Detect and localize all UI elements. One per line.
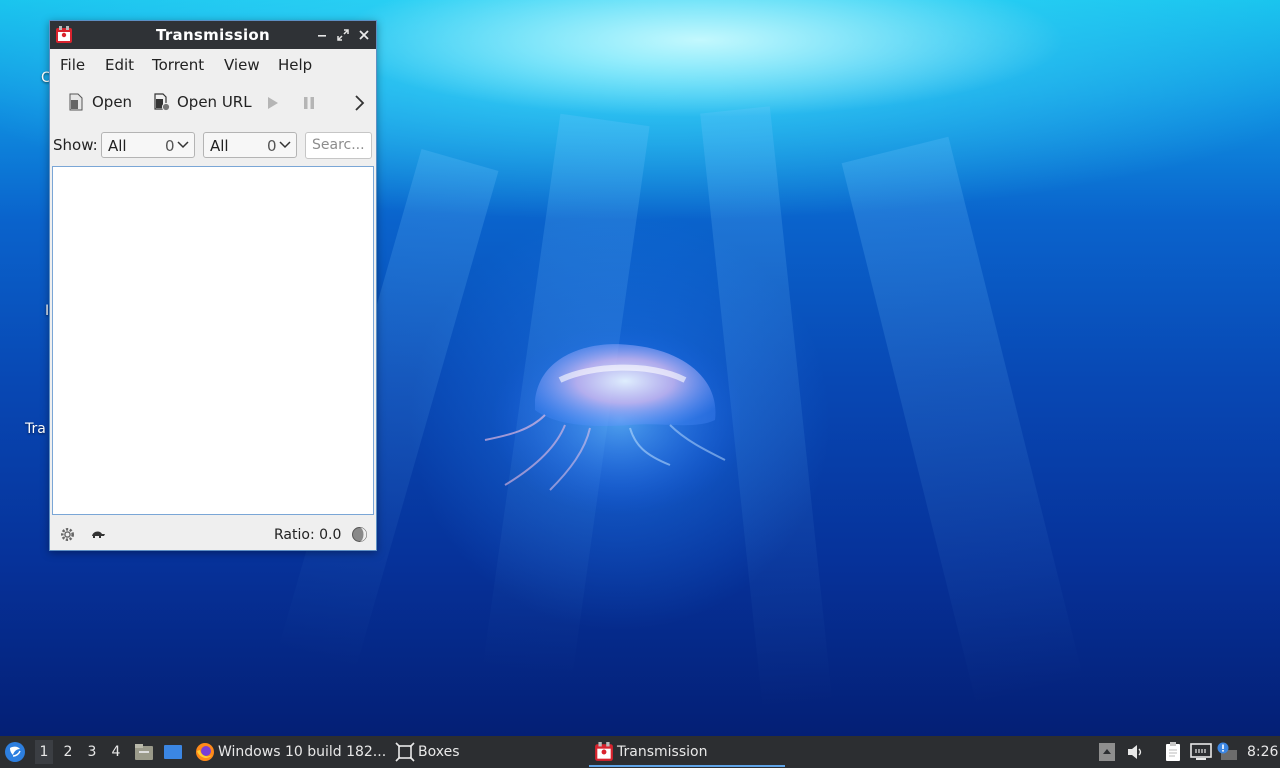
- light-ray: [841, 136, 1084, 707]
- toolbar-overflow-button[interactable]: [353, 95, 365, 111]
- tracker-filter-value: All: [210, 137, 229, 155]
- ratio-mode-icon[interactable]: [351, 526, 368, 543]
- pause-button[interactable]: [303, 96, 315, 110]
- toolbar: Open Open URL: [50, 83, 376, 121]
- chevron-right-icon: [355, 95, 365, 111]
- volume-icon: [1128, 745, 1142, 759]
- pause-icon: [304, 97, 314, 109]
- firefox-icon: [196, 743, 214, 761]
- open-url-label: Open URL: [177, 93, 252, 111]
- open-file-icon: [69, 93, 83, 111]
- search-input[interactable]: Searc...: [305, 132, 372, 159]
- open-label: Open: [92, 93, 133, 111]
- volume-button[interactable]: [1127, 736, 1145, 768]
- menu-help[interactable]: Help: [278, 56, 312, 74]
- open-url-button[interactable]: Open URL: [153, 93, 252, 111]
- file-manager-icon: [135, 744, 153, 760]
- menu-view[interactable]: View: [224, 56, 260, 74]
- play-icon: [268, 97, 278, 109]
- start-menu-button[interactable]: [4, 736, 26, 768]
- activity-filter-value: All: [108, 137, 127, 155]
- menu-file[interactable]: File: [60, 56, 85, 74]
- task-firefox[interactable]: Windows 10 build 182...: [195, 736, 386, 768]
- maximize-button[interactable]: [335, 27, 351, 43]
- filter-bar: Show: All 0 All 0 Searc...: [50, 131, 376, 161]
- activity-filter-count: 0: [165, 137, 175, 155]
- transmission-icon: [595, 742, 613, 761]
- desktop-icon-label[interactable]: Tra: [25, 421, 46, 437]
- lubuntu-logo-icon: [5, 742, 25, 762]
- close-button[interactable]: [356, 27, 372, 43]
- close-icon: [359, 30, 369, 40]
- activity-filter-combo[interactable]: All 0: [101, 132, 195, 158]
- workspace-3[interactable]: 3: [83, 744, 101, 760]
- active-task-indicator: [589, 765, 785, 767]
- torrent-list[interactable]: [52, 166, 374, 515]
- clipboard-button[interactable]: [1163, 736, 1183, 768]
- show-desktop-launcher[interactable]: [163, 736, 183, 768]
- ratio-text: Ratio: 0.0: [274, 527, 342, 543]
- maximize-icon: [337, 29, 349, 41]
- turtle-icon[interactable]: [90, 528, 106, 540]
- status-bar: Ratio: 0.0: [50, 519, 376, 550]
- chevron-down-icon: [279, 141, 291, 149]
- task-boxes[interactable]: Boxes: [395, 736, 460, 768]
- minimize-icon: [318, 35, 326, 37]
- menu-bar: File Edit Torrent View Help: [50, 49, 376, 79]
- workspace-2[interactable]: 2: [59, 744, 77, 760]
- workspace-4[interactable]: 4: [107, 744, 125, 760]
- window-title: Transmission: [155, 26, 271, 44]
- tray-expander[interactable]: [1099, 736, 1115, 768]
- task-boxes-label: Boxes: [418, 744, 460, 760]
- transmission-window: Transmission File Edit Torrent View Help: [49, 20, 377, 551]
- jellyfish-image: [484, 330, 740, 515]
- title-bar[interactable]: Transmission: [50, 21, 376, 49]
- open-button[interactable]: Open: [68, 93, 132, 111]
- network-button[interactable]: [1190, 736, 1212, 768]
- transmission-app-icon[interactable]: [55, 26, 73, 44]
- task-transmission-label: Transmission: [617, 744, 708, 760]
- tracker-filter-count: 0: [267, 137, 277, 155]
- task-transmission[interactable]: Transmission: [594, 736, 707, 768]
- minimize-button[interactable]: [314, 27, 330, 43]
- boxes-icon: [395, 742, 415, 762]
- clipboard-icon: [1166, 742, 1180, 761]
- network-icon: [1190, 743, 1212, 760]
- update-notification-icon: [1217, 742, 1237, 760]
- desktop-icon: [164, 745, 182, 759]
- start-button[interactable]: [267, 96, 279, 110]
- menu-edit[interactable]: Edit: [105, 56, 134, 74]
- gear-icon[interactable]: [59, 526, 76, 543]
- task-firefox-label: Windows 10 build 182...: [218, 744, 387, 760]
- update-notifier-button[interactable]: [1216, 736, 1238, 768]
- show-label: Show:: [53, 136, 98, 154]
- clock[interactable]: 8:26: [1247, 736, 1278, 768]
- chevron-down-icon: [177, 141, 189, 149]
- tracker-filter-combo[interactable]: All 0: [203, 132, 297, 158]
- chevron-up-icon: [1099, 743, 1115, 761]
- open-url-icon: [154, 93, 171, 111]
- menu-torrent[interactable]: Torrent: [152, 56, 204, 74]
- taskbar: 1 2 3 4 Windows 10 build 182... Boxes Tr…: [0, 736, 1280, 768]
- workspace-1[interactable]: 1: [35, 740, 53, 764]
- file-manager-launcher[interactable]: [134, 736, 154, 768]
